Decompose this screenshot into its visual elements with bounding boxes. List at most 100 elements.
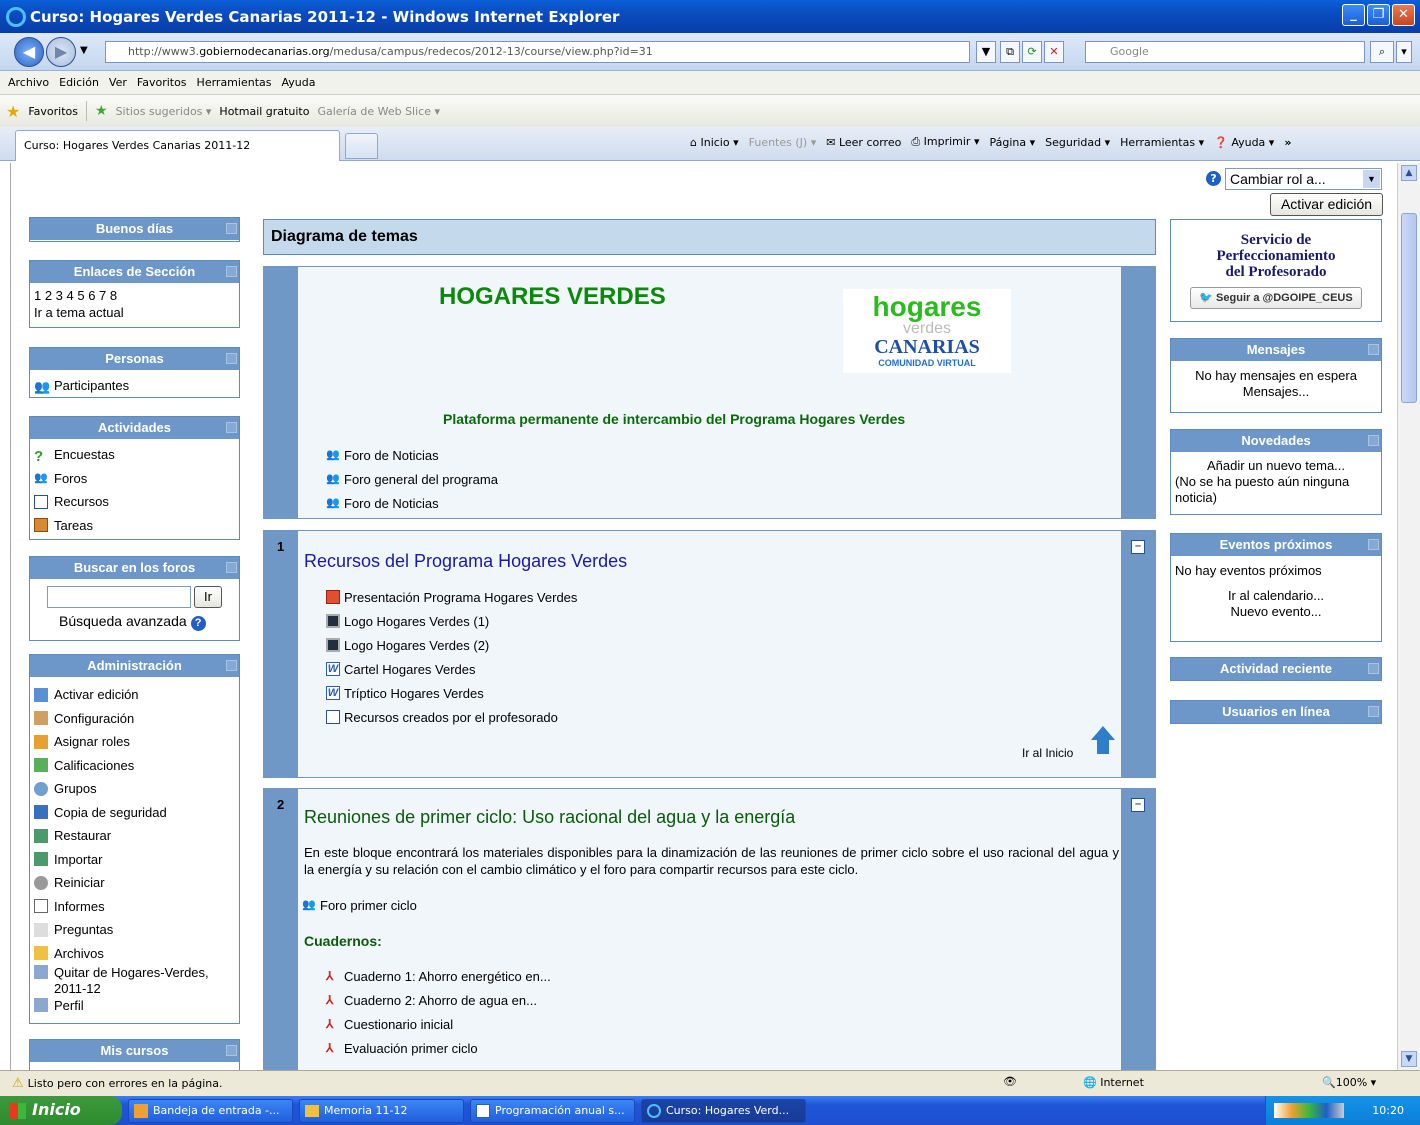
- admin-grades[interactable]: Calificaciones: [34, 754, 235, 778]
- block-expand-icon[interactable]: [1368, 706, 1379, 717]
- scroll-down-icon[interactable]: ▼: [1401, 1051, 1417, 1067]
- privacy-icon[interactable]: 👁: [1003, 1075, 1017, 1088]
- pdf-notebook-1[interactable]: ⅄ Cuaderno 1: Ahorro energético en...: [326, 964, 551, 988]
- read-mail-button[interactable]: ✉ Leer correo: [826, 136, 901, 149]
- admin-backup[interactable]: Copia de seguridad: [34, 801, 235, 825]
- refresh-icon[interactable]: ⟳: [1022, 41, 1042, 63]
- search-input[interactable]: Google: [1085, 41, 1365, 63]
- help-icon[interactable]: ?: [1206, 171, 1221, 186]
- forum-search-input[interactable]: [47, 586, 191, 608]
- page-menu[interactable]: Página ▾: [989, 136, 1035, 149]
- forum-general-link[interactable]: 👥 Foro general del programa: [326, 467, 498, 491]
- task-ie[interactable]: Curso: Hogares Verd...: [641, 1098, 806, 1123]
- block-toggle-icon[interactable]: [226, 1045, 237, 1056]
- activity-forums[interactable]: 👥 Foros: [34, 467, 235, 491]
- resource-poster[interactable]: W Cartel Hogares Verdes: [326, 657, 577, 681]
- block-toggle-icon[interactable]: [1368, 435, 1379, 446]
- home-button[interactable]: ⌂ Inicio ▾: [690, 136, 739, 149]
- go-top-link[interactable]: Ir al Inicio: [1022, 746, 1073, 760]
- activate-edit-button[interactable]: Activar edición: [1270, 193, 1383, 216]
- admin-import[interactable]: Importar: [34, 848, 235, 872]
- close-button[interactable]: ✕: [1392, 4, 1415, 26]
- admin-unenrol-year[interactable]: 2011-12: [34, 981, 235, 996]
- block-expand-icon[interactable]: [1368, 663, 1379, 674]
- url-dropdown-icon[interactable]: ▼: [976, 41, 996, 63]
- block-toggle-icon[interactable]: [226, 266, 237, 277]
- admin-activate-edit[interactable]: Activar edición: [34, 683, 235, 707]
- hotmail-link[interactable]: Hotmail gratuito: [219, 105, 309, 118]
- admin-restore[interactable]: Restaurar: [34, 824, 235, 848]
- help-menu[interactable]: ❓ Ayuda ▾: [1214, 136, 1274, 149]
- task-outlook[interactable]: Bandeja de entrada -...: [128, 1098, 293, 1123]
- forward-button[interactable]: ▶: [46, 37, 76, 67]
- block-toggle-icon[interactable]: [1368, 539, 1379, 550]
- twitter-follow-button[interactable]: 🐦 Seguir a @DGOIPE_CEUS: [1190, 287, 1362, 309]
- resource-triptych[interactable]: W Tríptico Hogares Verdes: [326, 681, 577, 705]
- admin-unenrol[interactable]: Quitar de Hogares-Verdes,: [34, 965, 235, 981]
- admin-profile[interactable]: Perfil: [34, 996, 235, 1014]
- suggested-sites-link[interactable]: Sitios sugeridos ▾: [116, 105, 212, 118]
- resource-teacher[interactable]: Recursos creados por el profesorado: [326, 705, 577, 729]
- section-numbers[interactable]: 1 2 3 4 5 6 7 8: [34, 287, 235, 304]
- add-topic-link[interactable]: Añadir un nuevo tema...: [1175, 458, 1377, 474]
- block-toggle-icon[interactable]: [226, 660, 237, 671]
- arrow-up-icon[interactable]: [1091, 726, 1115, 740]
- menu-edicion[interactable]: Edición: [59, 76, 99, 89]
- admin-groups[interactable]: Grupos: [34, 777, 235, 801]
- new-event-link[interactable]: Nuevo evento...: [1175, 604, 1377, 620]
- scroll-up-icon[interactable]: ▲: [1401, 165, 1417, 181]
- forum-search-button[interactable]: Ir: [194, 586, 222, 608]
- vertical-scrollbar[interactable]: ▲ ▼: [1397, 163, 1420, 1070]
- pdf-notebook-2[interactable]: ⅄ Cuaderno 2: Ahorro de agua en...: [326, 988, 551, 1012]
- activity-tasks[interactable]: Tareas: [34, 514, 235, 538]
- collapse-icon[interactable]: –: [1131, 798, 1145, 812]
- maximize-button[interactable]: ❐: [1367, 4, 1390, 26]
- pdf-evaluation[interactable]: ⅄ Evaluación primer ciclo: [326, 1036, 551, 1060]
- task-word[interactable]: Programación anual s...: [470, 1098, 635, 1123]
- task-folder[interactable]: Memoria 11-12: [299, 1098, 464, 1123]
- activity-surveys[interactable]: ? Encuestas: [34, 443, 235, 467]
- feeds-button[interactable]: Fuentes (J) ▾: [749, 136, 817, 149]
- menu-favoritos[interactable]: Favoritos: [137, 76, 187, 89]
- resource-presentation[interactable]: Presentación Programa Hogares Verdes: [326, 585, 577, 609]
- zoom-level[interactable]: 🔍100% ▾: [1322, 1076, 1376, 1089]
- print-button[interactable]: ⎙ Imprimir ▾: [911, 135, 979, 149]
- calendar-link[interactable]: Ir al calendario...: [1175, 588, 1377, 604]
- minimize-button[interactable]: _: [1342, 4, 1365, 26]
- security-menu[interactable]: Seguridad ▾: [1045, 136, 1110, 149]
- tray-icons[interactable]: [1274, 1103, 1344, 1118]
- menu-ayuda[interactable]: Ayuda: [281, 76, 315, 89]
- start-button[interactable]: Inicio: [0, 1096, 122, 1125]
- role-select[interactable]: Cambiar rol a... ▼: [1225, 168, 1382, 190]
- back-button[interactable]: ◀: [14, 37, 44, 67]
- block-toggle-icon[interactable]: [1368, 344, 1379, 355]
- search-icon[interactable]: ⌕: [1370, 41, 1394, 63]
- admin-reset[interactable]: Reiniciar: [34, 871, 235, 895]
- tab-current[interactable]: Curso: Hogares Verdes Canarias 2011-12: [15, 130, 340, 161]
- favorites-button[interactable]: Favoritos: [28, 105, 78, 118]
- resource-logo-2[interactable]: Logo Hogares Verdes (2): [326, 633, 577, 657]
- block-toggle-icon[interactable]: [226, 422, 237, 433]
- menu-ver[interactable]: Ver: [109, 76, 127, 89]
- block-toggle-icon[interactable]: [226, 562, 237, 573]
- url-input[interactable]: http://www3.gobiernodecanarias.org/medus…: [105, 41, 970, 63]
- scroll-thumb[interactable]: [1401, 213, 1417, 403]
- admin-questions[interactable]: Preguntas: [34, 918, 235, 942]
- history-dropdown-icon[interactable]: ▼: [80, 45, 88, 56]
- new-tab-button[interactable]: [345, 133, 378, 159]
- participants-link[interactable]: 👥 Participantes: [34, 374, 235, 398]
- menu-herramientas[interactable]: Herramientas: [197, 76, 272, 89]
- search-options-icon[interactable]: ▾: [1396, 41, 1412, 63]
- warning-icon[interactable]: ⚠: [12, 1076, 24, 1091]
- block-toggle-icon[interactable]: [226, 353, 237, 364]
- menu-archivo[interactable]: Archivo: [8, 76, 49, 89]
- add-favorite-icon[interactable]: ★: [95, 103, 108, 119]
- advanced-search-link[interactable]: Búsqueda avanzada ?: [59, 613, 206, 631]
- collapse-icon[interactable]: –: [1131, 540, 1145, 554]
- admin-reports[interactable]: Informes: [34, 895, 235, 919]
- forum-news-link-2[interactable]: 👥 Foro de Noticias: [326, 491, 498, 515]
- messages-link[interactable]: Mensajes...: [1171, 384, 1381, 400]
- activity-resources[interactable]: Recursos: [34, 490, 235, 514]
- more-commands-icon[interactable]: »: [1284, 136, 1291, 149]
- webslice-link[interactable]: Galería de Web Slice ▾: [317, 105, 440, 118]
